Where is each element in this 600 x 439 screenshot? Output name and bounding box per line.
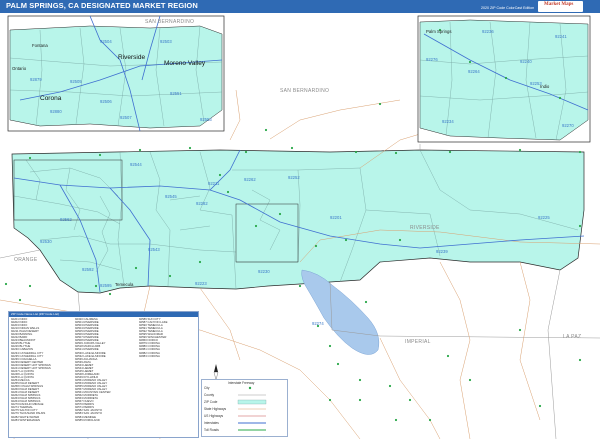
zip-label: 92225 bbox=[538, 215, 550, 220]
region-label-la-paz: LA PAZ bbox=[563, 334, 582, 340]
city-label-temecula: Temecula bbox=[115, 282, 134, 287]
city-label-palm-springs: Palm Springs bbox=[426, 29, 452, 34]
zip-label: 92253 bbox=[530, 81, 542, 86]
logo-text: Market Maps bbox=[544, 2, 574, 7]
zip-label: 92223 bbox=[195, 281, 207, 286]
legend-item-interstates: Interstates bbox=[204, 421, 219, 425]
zip-code-table: ZIP Code Name List (ZIP Code List) 92201… bbox=[8, 311, 199, 438]
zip-label: 92236 bbox=[482, 29, 494, 34]
city-label-moreno-valley: Moreno Valley bbox=[164, 60, 206, 67]
map-frame: PALM SPRINGS, CA DESIGNATED MARKET REGIO… bbox=[0, 0, 600, 439]
zip-label: 92262 bbox=[244, 177, 256, 182]
zip-label: 92592 bbox=[82, 267, 94, 272]
zip-label: 92504 bbox=[100, 39, 112, 44]
map-legend: Interstate Freeway City County ZIP Code … bbox=[201, 379, 288, 437]
city-label-fontana: Fontana bbox=[32, 43, 48, 48]
zip-label: 92274 bbox=[312, 321, 324, 326]
region-label-imperial: IMPERIAL bbox=[405, 339, 431, 345]
zip-table-column: 92201 INDIO 92202 INDIO 92203 INDIO 92210 I… bbox=[11, 317, 51, 422]
legend-item-zip: ZIP Code bbox=[204, 400, 218, 404]
zip-label: 92507 bbox=[120, 115, 132, 120]
zip-table-column: 92586 SUN CITY 92587 CANYON LAKE 92590 TEM… bbox=[139, 317, 167, 358]
city-label-ontario: Ontario bbox=[12, 66, 27, 71]
city-label-corona: Corona bbox=[40, 95, 62, 102]
inset-west[interactable] bbox=[7, 15, 225, 132]
zip-label: 92551 bbox=[170, 91, 182, 96]
region-label-riverside: RIVERSIDE bbox=[410, 225, 440, 231]
legend-item-state-highways: State Highways bbox=[204, 407, 227, 411]
publisher-logo: Market Maps bbox=[538, 1, 583, 12]
zip-label: 92240 bbox=[520, 59, 532, 64]
region-label-orange: ORANGE bbox=[14, 257, 38, 263]
city-label-riverside: Riverside bbox=[118, 54, 146, 61]
zip-label: 92230 bbox=[258, 269, 270, 274]
zip-table-row: 92585 ROMOLAND bbox=[75, 417, 100, 422]
legend-item-us-highways: US Highways bbox=[204, 414, 224, 418]
edition-label: 2020 ZIP Code ColorCast Edition bbox=[481, 6, 535, 10]
zip-label: 92270 bbox=[562, 123, 574, 128]
zip-label: 92545 bbox=[165, 194, 177, 199]
zip-label: 92880 bbox=[50, 109, 62, 114]
zip-label: 92505 bbox=[70, 79, 82, 84]
zip-table-column: 92320 CALIMESA 92501 RIVERSIDE 92503 RIVER… bbox=[75, 317, 111, 422]
title-bar: PALM SPRINGS, CA DESIGNATED MARKET REGIO… bbox=[0, 0, 600, 13]
legend-item-county: County bbox=[204, 393, 215, 397]
zip-label: 92234 bbox=[442, 119, 454, 124]
zip-label: 92530 bbox=[40, 239, 52, 244]
zip-label: 92211 bbox=[208, 181, 220, 186]
region-label-san-bernardino-inset: SAN BERNARDINO bbox=[145, 19, 195, 25]
zip-table-row: 92883 CORONA bbox=[139, 353, 160, 358]
zip-label: 92252 bbox=[288, 175, 300, 180]
map-title: PALM SPRINGS, CA DESIGNATED MARKET REGIO… bbox=[6, 1, 198, 10]
zip-label: 92239 bbox=[436, 249, 448, 254]
legend-item-city: City bbox=[204, 386, 210, 390]
zip-label: 92553 bbox=[200, 117, 212, 122]
legend-symbols bbox=[237, 386, 267, 431]
zip-label: 92544 bbox=[130, 162, 142, 167]
zip-label: 92879 bbox=[30, 77, 42, 82]
zip-label: 92264 bbox=[468, 69, 480, 74]
legend-item-toll-roads: Toll Roads bbox=[204, 428, 219, 432]
zip-table-header: ZIP Code Name List (ZIP Code List) bbox=[9, 312, 198, 317]
region-label-san-bernardino: SAN BERNARDINO bbox=[280, 88, 330, 94]
zip-label: 92595 bbox=[100, 283, 112, 288]
zip-label: 92562 bbox=[60, 217, 72, 222]
zip-label: 92201 bbox=[330, 215, 342, 220]
zip-label: 92503 bbox=[160, 39, 172, 44]
zip-label: 92506 bbox=[100, 99, 112, 104]
zip-label: 92543 bbox=[148, 247, 160, 252]
zip-label: 92241 bbox=[555, 34, 567, 39]
zip-label: 92276 bbox=[426, 57, 438, 62]
zip-label: 92282 bbox=[196, 201, 208, 206]
zip-table-row: 92283 WINTERHAVEN bbox=[11, 417, 41, 422]
